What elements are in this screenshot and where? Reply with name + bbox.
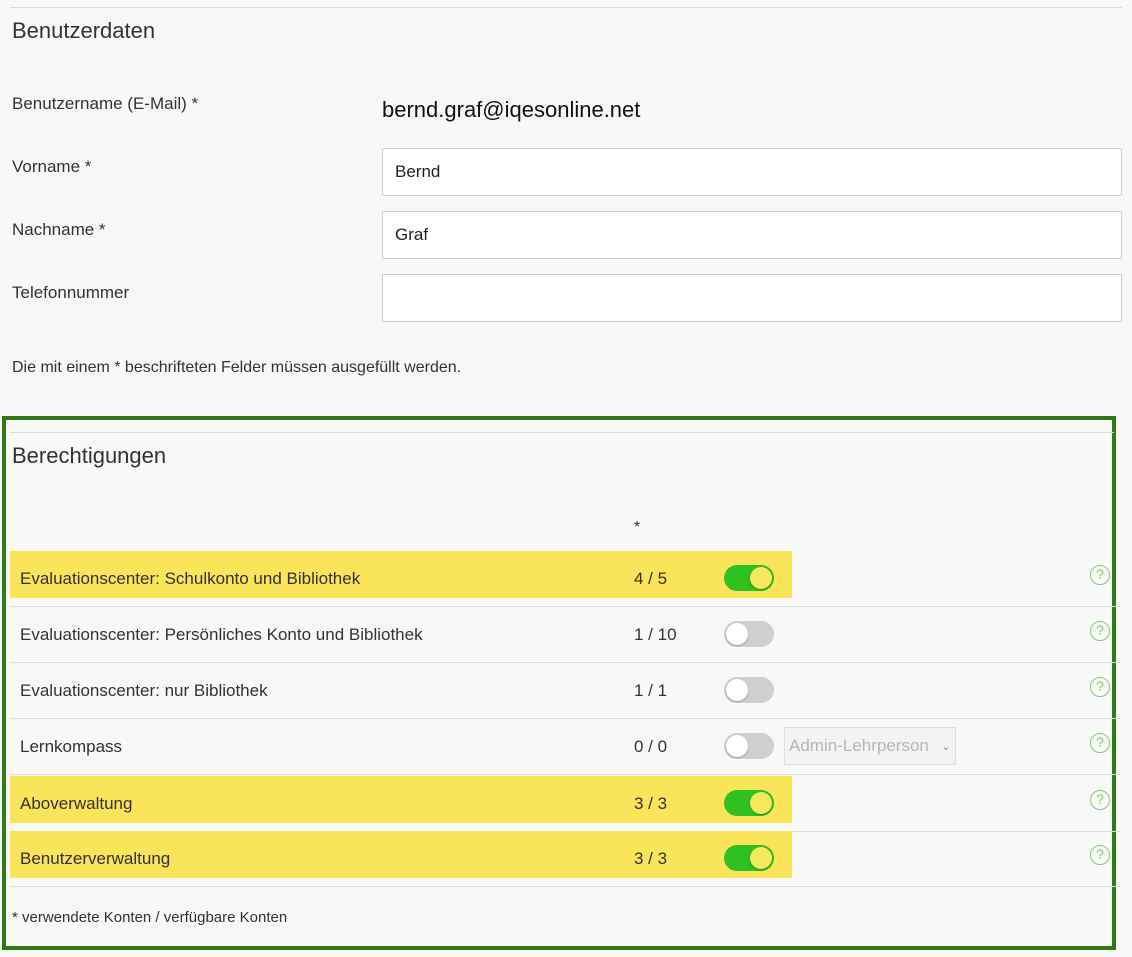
help-icon[interactable]: ?	[1090, 790, 1110, 810]
permission-toggle[interactable]	[724, 565, 774, 591]
permission-count: 4 / 5	[634, 569, 668, 588]
permission-toggle[interactable]	[724, 733, 774, 759]
firstname-label: Vorname *	[12, 157, 92, 176]
permission-row: Aboverwaltung 3 / 3?	[10, 776, 1120, 832]
permission-toggle[interactable]	[724, 677, 774, 703]
permission-count: 1 / 10	[634, 625, 677, 644]
toggle-knob	[750, 567, 772, 589]
username-label: Benutzername (E-Mail) *	[12, 94, 199, 113]
permission-row: Evaluationscenter: Schulkonto und Biblio…	[10, 551, 1120, 607]
top-divider	[10, 7, 1122, 8]
permission-toggle[interactable]	[724, 790, 774, 816]
user-data-title: Benutzerdaten	[12, 18, 156, 43]
lastname-input[interactable]	[382, 211, 1122, 259]
help-icon[interactable]: ?	[1090, 565, 1110, 585]
permission-label: Evaluationscenter: Schulkonto und Biblio…	[20, 569, 361, 588]
permission-label: Evaluationscenter: nur Bibliothek	[20, 681, 268, 700]
permission-toggle[interactable]	[724, 621, 774, 647]
phone-label: Telefonnummer	[12, 283, 130, 302]
phone-input[interactable]	[382, 274, 1122, 322]
count-column-header: *	[634, 519, 641, 536]
permission-count: 1 / 1	[634, 681, 668, 700]
permissions-title: Berechtigungen	[12, 443, 167, 468]
permission-row: Evaluationscenter: Persönliches Konto un…	[10, 607, 1120, 663]
permission-label: Benutzerverwaltung	[20, 849, 171, 868]
permission-row: Evaluationscenter: nur Bibliothek 1 / 1?	[10, 663, 1120, 719]
firstname-input[interactable]	[382, 148, 1122, 196]
toggle-knob	[726, 623, 748, 645]
permission-count: 3 / 3	[634, 794, 668, 813]
permission-label: Evaluationscenter: Persönliches Konto un…	[20, 625, 423, 644]
permission-label: Lernkompass	[20, 737, 123, 756]
permission-toggle[interactable]	[724, 845, 774, 871]
help-icon[interactable]: ?	[1090, 621, 1110, 641]
toggle-knob	[750, 847, 772, 869]
toggle-knob	[726, 679, 748, 701]
permission-row: Benutzerverwaltung 3 / 3?	[10, 831, 1120, 887]
help-icon[interactable]: ?	[1090, 845, 1110, 865]
row-divider	[10, 774, 1120, 775]
row-divider	[10, 886, 1120, 887]
permission-label: Aboverwaltung	[20, 794, 133, 813]
chevron-down-icon: ⌄	[940, 739, 951, 753]
username-value: bernd.graf@iqesonline.net	[382, 97, 641, 122]
required-fields-note: Die mit einem * beschrifteten Felder müs…	[12, 359, 462, 376]
permission-row: Lernkompass 0 / 0 Admin-Lehrperson ⌄?	[10, 719, 1120, 775]
role-select[interactable]: Admin-Lehrperson ⌄	[784, 727, 956, 765]
permissions-footnote: * verwendete Konten / verfügbare Konten	[12, 909, 288, 926]
help-icon[interactable]: ?	[1090, 677, 1110, 697]
permission-count: 0 / 0	[634, 737, 668, 756]
toggle-knob	[750, 792, 772, 814]
permissions-divider	[10, 432, 1114, 433]
lastname-label: Nachname *	[12, 220, 106, 239]
help-icon[interactable]: ?	[1090, 733, 1110, 753]
role-select-value: Admin-Lehrperson	[789, 736, 929, 755]
permission-count: 3 / 3	[634, 849, 668, 868]
toggle-knob	[726, 735, 748, 757]
